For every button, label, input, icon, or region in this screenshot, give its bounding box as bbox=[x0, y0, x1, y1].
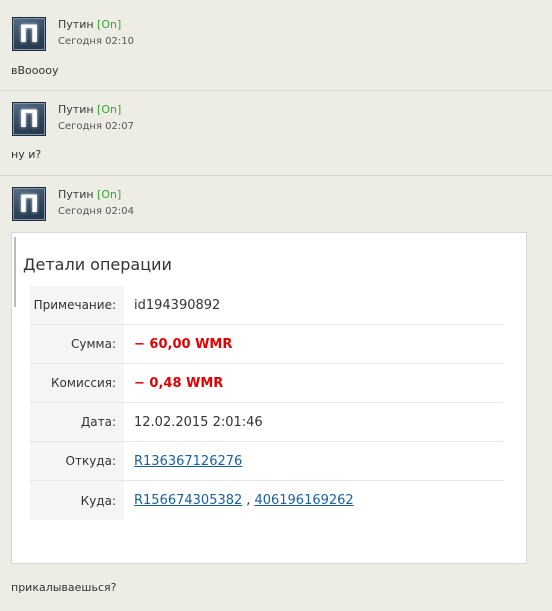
message-text: прикалываешься? bbox=[11, 581, 117, 594]
to-wallet-link[interactable]: R156674305382 bbox=[134, 493, 242, 508]
to-value: R156674305382, 406196169262 bbox=[124, 481, 503, 520]
row-label: Куда: bbox=[30, 481, 124, 520]
message-text: вВооооу bbox=[11, 64, 59, 77]
online-status: [On] bbox=[97, 188, 122, 201]
chat-message: П Путин [On] Сегодня 02:04 bbox=[0, 187, 552, 227]
row-label: Дата: bbox=[30, 403, 124, 441]
avatar-icon: П bbox=[18, 190, 40, 218]
row-label: Откуда: bbox=[30, 442, 124, 480]
table-row: Примечание: id194390892 bbox=[30, 286, 503, 325]
online-status: [On] bbox=[97, 18, 122, 31]
message-text: ну и? bbox=[11, 148, 42, 161]
message-time: Сегодня 02:10 bbox=[58, 36, 134, 47]
row-label: Сумма: bbox=[30, 325, 124, 363]
row-label: Комиссия: bbox=[30, 364, 124, 402]
author-name[interactable]: Путин [On] bbox=[58, 103, 121, 116]
message-header: П Путин [On] Сегодня 02:07 bbox=[0, 102, 552, 142]
message-header: П Путин [On] Сегодня 02:04 bbox=[0, 187, 552, 227]
avatar-icon: П bbox=[18, 20, 40, 48]
amount-value: − 60,00 WMR bbox=[124, 325, 503, 363]
comma: , bbox=[246, 493, 251, 508]
online-status: [On] bbox=[97, 103, 122, 116]
author-name[interactable]: Путин [On] bbox=[58, 18, 121, 31]
user-avatar[interactable]: П bbox=[12, 187, 46, 221]
fee-value: − 0,48 WMR bbox=[124, 364, 503, 402]
date-value: 12.02.2015 2:01:46 bbox=[134, 414, 263, 430]
table-row: Сумма: − 60,00 WMR bbox=[30, 325, 503, 364]
user-avatar[interactable]: П bbox=[12, 102, 46, 136]
message-divider bbox=[0, 90, 552, 91]
message-time: Сегодня 02:04 bbox=[58, 206, 134, 217]
table-row: Куда: R156674305382, 406196169262 bbox=[30, 481, 503, 520]
amount-text: − 60,00 WMR bbox=[134, 336, 233, 352]
avatar-icon: П bbox=[18, 105, 40, 133]
message-header: П Путин [On] Сегодня 02:10 bbox=[0, 17, 552, 57]
from-value: R136367126276 bbox=[124, 442, 503, 480]
row-label: Примечание: bbox=[30, 286, 124, 324]
card-title: Детали операции bbox=[23, 255, 172, 274]
user-avatar[interactable]: П bbox=[12, 17, 46, 51]
fee-text: − 0,48 WMR bbox=[134, 375, 224, 391]
from-wallet-link[interactable]: R136367126276 bbox=[134, 454, 242, 469]
note-value: id194390892 bbox=[134, 297, 221, 313]
operation-details-card: Детали операции Примечание: id194390892 … bbox=[11, 232, 527, 564]
chat-message: П Путин [On] Сегодня 02:07 bbox=[0, 102, 552, 142]
to-wmid-link[interactable]: 406196169262 bbox=[254, 493, 353, 508]
message-time: Сегодня 02:07 bbox=[58, 121, 134, 132]
message-divider bbox=[0, 175, 552, 176]
author-name[interactable]: Путин [On] bbox=[58, 188, 121, 201]
chat-message: П Путин [On] Сегодня 02:10 bbox=[0, 17, 552, 57]
table-row: Комиссия: − 0,48 WMR bbox=[30, 364, 503, 403]
table-row: Дата: 12.02.2015 2:01:46 bbox=[30, 403, 503, 442]
table-row: Откуда: R136367126276 bbox=[30, 442, 503, 481]
details-table: Примечание: id194390892 Сумма: − 60,00 W… bbox=[30, 286, 503, 520]
